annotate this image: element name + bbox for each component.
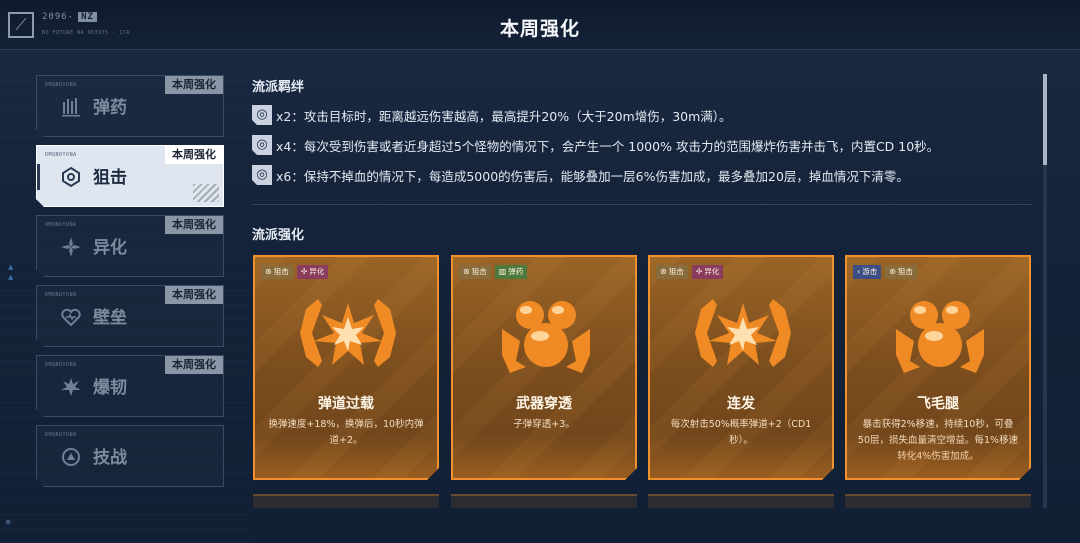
bond-icon: ◎ (252, 165, 272, 185)
orbs-emblem (890, 289, 990, 379)
enhance-card[interactable]: ⊛ 狙击 ▥ 弹药 武器穿透 子弹穿透+3。 (451, 255, 637, 480)
tag-sniper: ⊛ 狙击 (459, 265, 491, 279)
page-title: 本周强化 (499, 18, 580, 40)
card-glow (255, 434, 439, 478)
sidebar-item-sniper[interactable]: DMQNOYONA 本周强化 狙击 (36, 145, 224, 207)
sidebar-item-label: 壁垒 (93, 308, 127, 328)
weekly-badge: 本周强化 (165, 356, 223, 374)
crosshair-icon: ⊛ (265, 267, 272, 276)
bond-row: ◎ x2：攻击目标时，距离越远伤害越高，最高提升20%（大于20m增伤，30m满… (252, 104, 732, 126)
weekly-badge: 本周强化 (165, 76, 223, 94)
crosshair-icon (59, 166, 83, 190)
card-tags: ⊛ 狙击 ✢ 异化 (261, 265, 328, 279)
bond-row: ◎ x6：保持不掉血的情况下，每造成5000的伤害后，能够叠加一层6%伤害加成，… (252, 164, 909, 186)
bond-text: x6：保持不掉血的情况下，每造成5000的伤害后，能够叠加一层6%伤害加成，最多… (276, 168, 909, 184)
tag-label: 异化 (309, 267, 325, 276)
card-title: 弹道过载 (318, 396, 374, 412)
star-burst-emblem (298, 289, 398, 379)
divider (252, 204, 1032, 205)
card-title: 武器穿透 (516, 396, 572, 412)
ammo-bars-icon (59, 96, 83, 120)
bonds-title: 流派羁绊 (252, 80, 305, 95)
tab-code: DMQNOYONA (45, 152, 77, 158)
card-tags: ‹ 游击 ⊛ 狙击 (853, 265, 917, 279)
weekly-badge: 本周强化 (165, 286, 223, 304)
next-card-peek (253, 494, 439, 508)
card-tags: ⊛ 狙击 ✢ 异化 (656, 265, 723, 279)
ammo-bars-icon: ▥ (498, 267, 507, 276)
tag-label: 狙击 (471, 267, 487, 276)
next-card-peek (451, 494, 637, 508)
scrollbar[interactable] (1043, 74, 1047, 508)
sidebar-item-label: 异化 (93, 238, 127, 258)
card-description: 子弹穿透+3。 (513, 419, 575, 430)
bond-text: x2：攻击目标时，距离越远伤害越高，最高提升20%（大于20m增伤，30m满）。 (276, 108, 732, 124)
tab-code: DMQNOYONA (45, 82, 77, 88)
side-marker-icon: ■ (6, 518, 11, 526)
enhance-card[interactable]: ‹游击 ⊛狙击 飞毛腿 暴击获得2%移速，持续10秒，可叠50层，损失血量清空增… (845, 255, 1031, 480)
card-tags: ⊛ 狙击 ▥ 弹药 (459, 265, 527, 279)
tag-label: 狙击 (668, 267, 684, 276)
enhance-card[interactable]: ⊛狙击 ✢异化 弹道过载 换弹速度+18%，换弹后，10秒内弹道+2。 (253, 255, 439, 480)
tag-label: 异化 (704, 267, 720, 276)
bond-row: ◎ x4：每次受到伤害或者近身超过5个怪物的情况下，会产生一个 1000% 攻击… (252, 134, 939, 156)
tab-code: DMQNOYONA (45, 222, 77, 228)
sidebar-item-label: 弹药 (93, 98, 127, 118)
bond-icon: ◎ (252, 105, 272, 125)
tab-code: DMQNOYONA (45, 362, 77, 368)
tag-ammo: ▥ 弹药 (495, 265, 528, 279)
mutation-icon: ✢ (300, 267, 308, 276)
sidebar-item-label: 狙击 (93, 168, 127, 188)
shield-heart-icon (59, 306, 83, 330)
top-bar: ⟋ 2096- NZ NZ FUTURE NA 963975 - 17A 本周强化 (0, 0, 1080, 50)
sidebar-item-ammo[interactable]: DMQNOYONA 本周强化 弹药 (36, 75, 224, 137)
tab-code: DMQNOYONA (45, 432, 77, 438)
card-title: 连发 (727, 396, 755, 412)
sidebar-item-label: 技战 (93, 448, 127, 468)
tactics-icon (59, 446, 83, 470)
card-title: 飞毛腿 (917, 396, 959, 412)
crosshair-icon: ⊛ (660, 267, 667, 276)
card-glow (453, 434, 637, 478)
scrollbar-thumb[interactable] (1043, 74, 1047, 166)
star-burst-emblem (693, 289, 793, 379)
burst-icon (59, 376, 83, 400)
orbs-emblem (496, 289, 596, 379)
weekly-badge: 本周强化 (165, 216, 223, 234)
crosshair-icon: ⊛ (463, 267, 470, 276)
tag-sniper: ⊛ 狙击 (885, 265, 917, 279)
active-indicator (37, 164, 40, 190)
tab-stripes (193, 184, 219, 202)
crosshair-icon: ⊛ (889, 267, 896, 276)
next-card-peek (648, 494, 834, 508)
tag-sniper: ⊛ 狙击 (656, 265, 688, 279)
tag-sniper: ⊛ 狙击 (261, 265, 293, 279)
tag-label: 弹药 (508, 267, 524, 276)
tag-label: 狙击 (897, 267, 913, 276)
tag-label: 狙击 (273, 267, 289, 276)
tab-code: DMQNOYONA (45, 292, 77, 298)
bond-text: x4：每次受到伤害或者近身超过5个怪物的情况下，会产生一个 1000% 攻击力的… (276, 138, 940, 154)
enhance-title: 流派强化 (252, 228, 305, 243)
bond-icon: ◎ (252, 135, 272, 155)
chevron-left-icon: ‹ (857, 267, 861, 276)
enhance-card[interactable]: ⊛狙击 ✢异化 连发 每次射击50%概率弹道+2（CD1秒）。 (648, 255, 834, 480)
sidebar-item-label: 爆韧 (93, 378, 127, 398)
card-glow (650, 434, 834, 478)
mutation-icon: ✢ (695, 267, 703, 276)
card-glow (847, 434, 1031, 478)
tag-guerrilla: ‹ 游击 (853, 265, 881, 279)
next-card-peek (845, 494, 1031, 508)
tag-mutation: ✢ 异化 (297, 265, 329, 279)
weekly-badge: 本周强化 (165, 146, 223, 164)
side-deco-arrows: ▲ ▲ (8, 263, 14, 281)
tag-mutation: ✢ 异化 (692, 265, 724, 279)
sidebar-item-mutation[interactable]: DMQNOYONA 本周强化 异化 (36, 215, 224, 277)
tag-label: 游击 (862, 267, 878, 276)
sidebar-item-bulwark[interactable]: DMQNOYONA 本周强化 壁垒 (36, 285, 224, 347)
sidebar-item-tactics[interactable]: DMQNOYONA 技战 (36, 425, 224, 487)
mutation-icon (59, 236, 83, 260)
sidebar-item-burst[interactable]: DMQNOYONA 本周强化 爆韧 (36, 355, 224, 417)
